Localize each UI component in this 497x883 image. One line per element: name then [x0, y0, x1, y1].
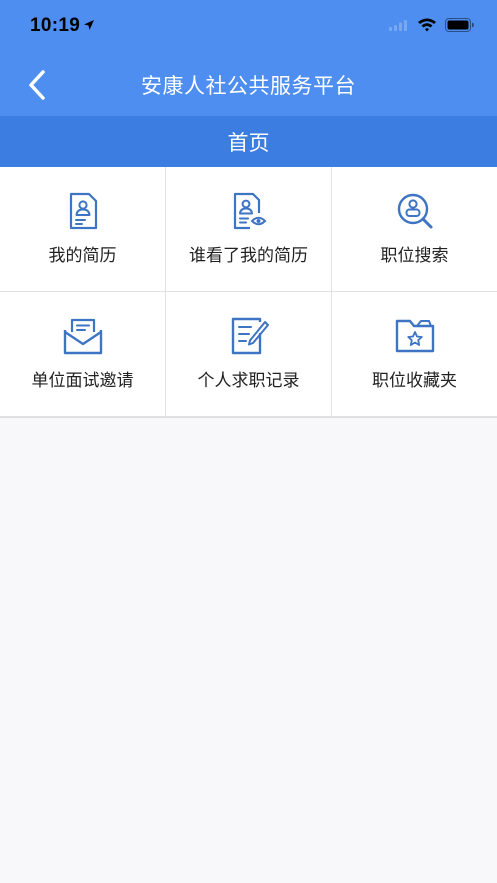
resume-viewed-icon	[233, 192, 266, 230]
signal-icon	[389, 19, 407, 31]
resume-icon	[69, 192, 97, 230]
section-title: 首页	[227, 131, 270, 155]
menu-item-label: 个人求职记录	[197, 371, 300, 391]
menu-item-label: 谁看了我的简历	[189, 246, 308, 266]
menu-item-label: 我的简历	[48, 246, 117, 266]
menu-item-job-search[interactable]: 职位搜索	[332, 167, 497, 292]
menu-item-application-records[interactable]: 个人求职记录	[166, 292, 332, 417]
star-folder-icon	[395, 319, 434, 353]
menu-item-label: 职位搜索	[380, 246, 449, 266]
battery-icon	[445, 17, 474, 32]
page-title: 安康人社公共服务平台	[141, 74, 356, 98]
edit-record-icon	[231, 317, 269, 355]
menu-item-resume-viewers[interactable]: 谁看了我的简历	[166, 167, 332, 292]
mail-invitation-icon	[63, 318, 102, 355]
menu-item-label: 单位面试邀请	[31, 371, 134, 391]
status-bar: 10:19	[0, 0, 497, 54]
location-arrow-icon	[84, 20, 94, 30]
menu-item-my-resume[interactable]: 我的简历	[0, 167, 166, 292]
menu-grid: 我的简历 谁看了我的简历 职位搜索 单位面试邀请 个人求职记录 职位收藏夹	[0, 167, 497, 418]
wifi-icon	[418, 18, 436, 32]
menu-item-job-favorites[interactable]: 职位收藏夹	[332, 292, 497, 417]
menu-item-label: 职位收藏夹	[372, 371, 457, 391]
navbar: 安康人社公共服务平台	[0, 54, 497, 116]
job-search-icon	[397, 193, 432, 229]
status-time: 10:19	[30, 15, 81, 36]
menu-item-interview-invitations[interactable]: 单位面试邀请	[0, 292, 166, 417]
section-bar: 首页	[0, 116, 497, 167]
header: 10:19 安康人社公共服务平台	[0, 0, 497, 116]
status-indicators	[389, 17, 475, 32]
